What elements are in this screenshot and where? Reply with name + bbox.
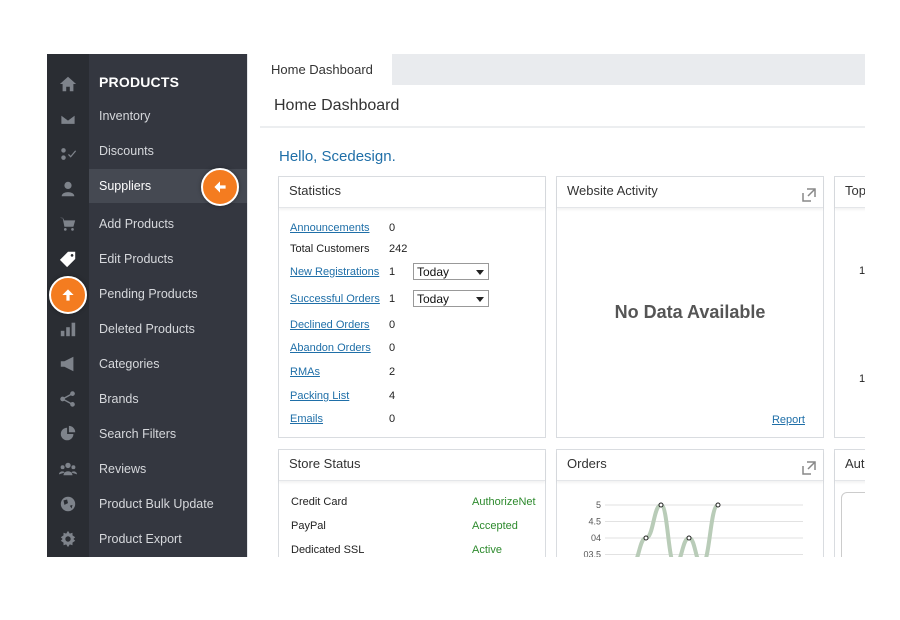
greeting: Hello, Scedesign. bbox=[279, 148, 396, 165]
expand-icon[interactable] bbox=[802, 184, 816, 202]
sidebar-item-discounts[interactable]: Discounts bbox=[89, 134, 247, 168]
user-icon[interactable] bbox=[47, 177, 89, 201]
home-icon[interactable] bbox=[47, 72, 89, 96]
status-value: AuthorizeNet bbox=[472, 496, 536, 508]
axis-label: 1( bbox=[859, 265, 865, 277]
stat-value: 242 bbox=[389, 243, 408, 255]
sidebar-item-deleted-products[interactable]: Deleted Products bbox=[89, 312, 247, 346]
new-registrations-link[interactable]: New Registrations bbox=[290, 266, 389, 278]
share-icon[interactable] bbox=[47, 387, 89, 411]
panel-title: Website Activity bbox=[567, 183, 658, 198]
stat-value: 0 bbox=[389, 413, 396, 425]
sidebar-item-add-products[interactable]: Add Products bbox=[89, 207, 247, 241]
announcements-link[interactable]: Announcements bbox=[290, 222, 389, 234]
panel-header: Website Activity bbox=[557, 177, 823, 208]
tag-icon[interactable] bbox=[47, 247, 89, 271]
stat-value: 1 bbox=[389, 292, 396, 305]
data-point bbox=[686, 535, 692, 541]
rmas-link[interactable]: RMAs bbox=[290, 366, 389, 378]
panel-title: Store Status bbox=[279, 450, 545, 481]
stat-value: 2 bbox=[389, 366, 396, 378]
sidebar-item-reviews[interactable]: Reviews bbox=[89, 452, 247, 486]
page-title: Home Dashboard bbox=[274, 97, 400, 114]
expand-icon[interactable] bbox=[802, 457, 816, 475]
sidebar-item-product-bulk-update[interactable]: Product Bulk Update bbox=[89, 487, 247, 521]
panel-title: Aut bbox=[835, 450, 865, 481]
y-tick-label: 5 bbox=[596, 500, 601, 510]
main-content: Home Dashboard Home Dashboard Hello, Sce… bbox=[260, 54, 865, 557]
top-panel: Top 1( 1( bbox=[834, 176, 865, 438]
y-tick-label: 03.5 bbox=[583, 550, 601, 558]
abandon-orders-link[interactable]: Abandon Orders bbox=[290, 342, 389, 354]
section-title: PRODUCTS bbox=[99, 74, 180, 90]
sidebar-item-product-export[interactable]: Product Export bbox=[89, 522, 247, 556]
panel-title: Orders bbox=[567, 456, 607, 471]
users-icon[interactable] bbox=[47, 457, 89, 481]
emails-link[interactable]: Emails bbox=[290, 413, 389, 425]
axis-label: 1( bbox=[859, 373, 865, 385]
data-point bbox=[643, 535, 649, 541]
status-value: Active bbox=[472, 544, 502, 556]
stat-value: 0 bbox=[389, 319, 396, 331]
arrow-left-icon[interactable] bbox=[201, 168, 239, 206]
website-activity-panel: Website Activity No Data Available Repor… bbox=[556, 176, 824, 438]
divider bbox=[260, 126, 865, 128]
sidebar-item-inventory[interactable]: Inventory bbox=[89, 99, 247, 133]
empty-message: No Data Available bbox=[614, 302, 766, 322]
sidebar-item-pending-products[interactable]: Pending Products bbox=[89, 277, 247, 311]
orders-panel: Orders 5 4.5 04 03.5 bbox=[556, 449, 824, 557]
pie-chart-icon[interactable] bbox=[47, 422, 89, 446]
sidebar-item-categories[interactable]: Categories bbox=[89, 347, 247, 381]
data-point bbox=[658, 502, 664, 508]
stat-value: 0 bbox=[389, 342, 396, 354]
status-value: Accepted bbox=[472, 520, 518, 532]
status-label: PayPal bbox=[291, 520, 326, 532]
sidebar-item-search-filters[interactable]: Search Filters bbox=[89, 417, 247, 451]
stat-value: 4 bbox=[389, 390, 396, 402]
stat-value: 0 bbox=[389, 222, 396, 234]
panel-header: Orders bbox=[557, 450, 823, 481]
declined-orders-link[interactable]: Declined Orders bbox=[290, 319, 389, 331]
mail-icon[interactable] bbox=[47, 107, 89, 131]
period-select[interactable]: Today bbox=[413, 263, 489, 280]
data-point bbox=[715, 502, 721, 508]
upload-icon[interactable] bbox=[49, 276, 87, 314]
globe-icon[interactable] bbox=[47, 492, 89, 516]
panel-title: Top bbox=[835, 177, 865, 208]
status-label: Dedicated SSL bbox=[291, 544, 365, 556]
y-tick-label: 04 bbox=[591, 533, 601, 543]
statistics-panel: Statistics Announcements 0 Total Custome… bbox=[278, 176, 546, 438]
series-line bbox=[635, 502, 720, 557]
report-link[interactable]: Report bbox=[772, 414, 805, 426]
stat-value: 1 bbox=[389, 265, 396, 278]
inner-box bbox=[841, 492, 865, 557]
tab-bar: Home Dashboard bbox=[260, 54, 865, 85]
y-tick-label: 4.5 bbox=[588, 517, 601, 527]
gutter bbox=[247, 54, 261, 557]
tab-home-dashboard[interactable]: Home Dashboard bbox=[260, 54, 392, 85]
products-subnav: PRODUCTS Inventory Discounts Suppliers A… bbox=[89, 54, 247, 557]
auto-panel: Aut bbox=[834, 449, 865, 557]
cart-icon[interactable] bbox=[47, 212, 89, 236]
packing-list-link[interactable]: Packing List bbox=[290, 390, 389, 402]
orders-chart: 5 4.5 04 03.5 bbox=[583, 500, 803, 558]
panel-title: Statistics bbox=[279, 177, 545, 208]
successful-orders-link[interactable]: Successful Orders bbox=[290, 293, 389, 305]
sidebar-item-edit-products[interactable]: Edit Products bbox=[89, 242, 247, 276]
megaphone-icon[interactable] bbox=[47, 352, 89, 376]
stat-label: Total Customers bbox=[290, 243, 370, 255]
settings-icon[interactable] bbox=[47, 527, 89, 551]
bar-chart-icon[interactable] bbox=[47, 317, 89, 341]
status-label: Credit Card bbox=[291, 496, 348, 508]
store-status-panel: Store Status Credit Card AuthorizeNet Pa… bbox=[278, 449, 546, 557]
period-select[interactable]: Today bbox=[413, 290, 489, 307]
sidebar-item-brands[interactable]: Brands bbox=[89, 382, 247, 416]
app-window: PRODUCTS Inventory Discounts Suppliers A… bbox=[47, 54, 865, 557]
tasks-icon[interactable] bbox=[47, 142, 89, 166]
